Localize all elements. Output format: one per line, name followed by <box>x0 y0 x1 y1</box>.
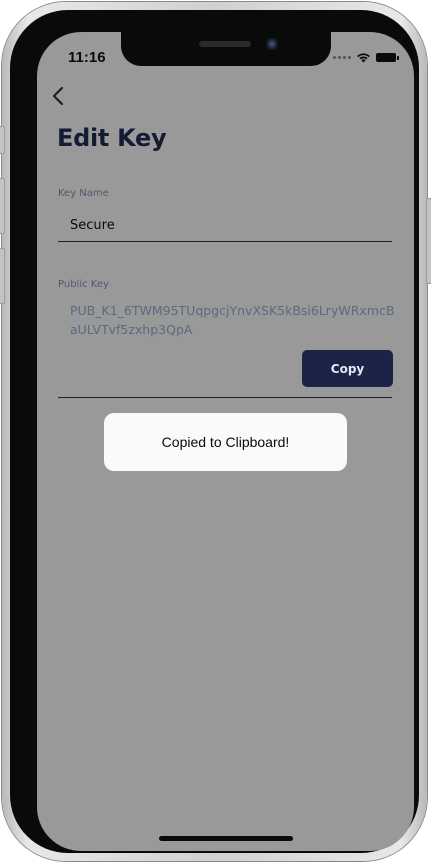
status-icons <box>333 51 399 63</box>
home-indicator[interactable] <box>159 836 293 841</box>
back-button[interactable] <box>47 84 71 108</box>
public-key-label: Public Key <box>58 279 109 290</box>
phone-bezel: 11:16 Edit Key Key Name Secure Public Ke… <box>10 10 419 853</box>
speaker-grille <box>199 41 251 47</box>
front-camera <box>266 38 278 50</box>
mute-switch <box>0 126 5 154</box>
key-name-label: Key Name <box>58 188 109 199</box>
power-button <box>426 198 431 284</box>
phone-frame: 11:16 Edit Key Key Name Secure Public Ke… <box>0 2 431 861</box>
volume-down-button <box>0 248 5 304</box>
volume-up-button <box>0 178 5 234</box>
public-key-divider <box>58 397 392 398</box>
chevron-left-icon <box>52 86 64 106</box>
copied-toast: Copied to Clipboard! <box>104 413 347 471</box>
cellular-dots-icon <box>333 55 351 59</box>
screen: 11:16 Edit Key Key Name Secure Public Ke… <box>37 32 414 851</box>
public-key-value: PUB_K1_6TWM95TUqpgcjYnvXSK5kBsi6LryWRxmc… <box>70 303 395 337</box>
notch <box>121 32 331 66</box>
wifi-icon <box>357 52 370 62</box>
copy-button[interactable]: Copy <box>302 350 393 387</box>
key-name-input[interactable] <box>58 206 392 242</box>
battery-icon <box>376 52 399 62</box>
page-title: Edit Key <box>57 124 167 152</box>
status-time: 11:16 <box>68 49 106 66</box>
